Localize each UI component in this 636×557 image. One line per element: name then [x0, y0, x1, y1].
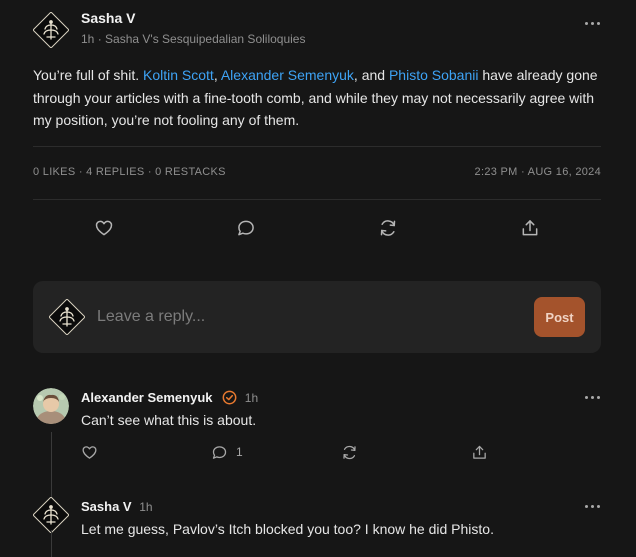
comment-restack-button[interactable] — [341, 442, 358, 462]
engagement-counts[interactable]: 0 LIKES · 4 REPLIES · 0 RESTACKS — [33, 166, 226, 178]
comment-time: 1h — [244, 391, 259, 405]
reply-count: 1 — [236, 445, 243, 459]
post-timestamp: 2:23 PM · AUG 16, 2024 — [474, 166, 601, 178]
comment-icon — [238, 220, 254, 236]
heart-icon — [82, 445, 97, 459]
post-body: You’re full of shit. Koltin Scott, Alexa… — [33, 64, 608, 132]
body-separator: , — [213, 67, 221, 83]
thread-line — [51, 432, 52, 498]
commenter-avatar[interactable] — [33, 388, 69, 424]
comment-text: Let me guess, Pavlov’s Itch blocked you … — [81, 521, 494, 537]
post-author-name[interactable]: Sasha V — [81, 10, 135, 26]
comment-reply-button[interactable]: 1 — [211, 442, 243, 462]
post-meta: 1h · Sasha V's Sesquipedalian Soliloquie… — [81, 32, 305, 46]
comment-more-icon[interactable] — [581, 390, 603, 404]
comment-text: Can’t see what this is about. — [81, 412, 257, 428]
commenter-name-text[interactable]: Alexander Semenyuk — [81, 390, 213, 405]
restack-icon — [343, 445, 356, 459]
comment-more-icon[interactable] — [581, 499, 603, 513]
thread-line — [51, 530, 52, 557]
share-button[interactable] — [517, 215, 543, 241]
heart-icon — [95, 220, 113, 236]
divider — [33, 146, 601, 147]
restack-button[interactable] — [375, 215, 401, 241]
mention-koltin-scott[interactable]: Koltin Scott — [143, 67, 214, 83]
verified-icon — [222, 390, 237, 405]
commenter-avatar[interactable] — [33, 497, 69, 533]
comment-actions: 1 — [81, 442, 491, 462]
post-header: Sasha V 1h · Sasha V's Sesquipedalian So… — [33, 10, 603, 50]
comment-time: 1h — [139, 500, 153, 514]
comment-like-button[interactable] — [81, 442, 98, 462]
share-icon — [522, 220, 538, 236]
mention-phisto-sobanii[interactable]: Phisto Sobanii — [389, 67, 479, 83]
body-text: You’re full of shit. — [33, 67, 143, 83]
comment-icon — [212, 445, 227, 459]
commenter-name: Alexander Semenyuk 1h — [81, 390, 258, 405]
restack-icon — [380, 220, 396, 236]
current-user-avatar — [49, 299, 85, 335]
comment-button[interactable] — [233, 215, 259, 241]
divider — [33, 199, 601, 200]
reply-input[interactable] — [97, 306, 497, 328]
mention-alexander-semenyuk[interactable]: Alexander Semenyuk — [221, 67, 354, 83]
meta-separator: · — [97, 32, 106, 46]
reply-composer: Post — [33, 281, 601, 353]
post-time: 1h — [81, 32, 95, 46]
like-button[interactable] — [91, 215, 117, 241]
post-more-icon[interactable] — [581, 16, 603, 30]
commenter-name: Sasha V 1h — [81, 499, 153, 514]
post-reply-button[interactable]: Post — [534, 297, 585, 337]
author-avatar[interactable] — [33, 12, 69, 48]
post-stats: 0 LIKES · 4 REPLIES · 0 RESTACKS 2:23 PM… — [33, 166, 601, 178]
commenter-name-text[interactable]: Sasha V — [81, 499, 132, 514]
comment-share-button[interactable] — [471, 442, 488, 462]
share-icon — [473, 445, 486, 459]
post-actions — [33, 215, 601, 241]
publication-name[interactable]: Sasha V's Sesquipedalian Soliloquies — [105, 32, 305, 46]
body-separator: , and — [353, 67, 389, 83]
